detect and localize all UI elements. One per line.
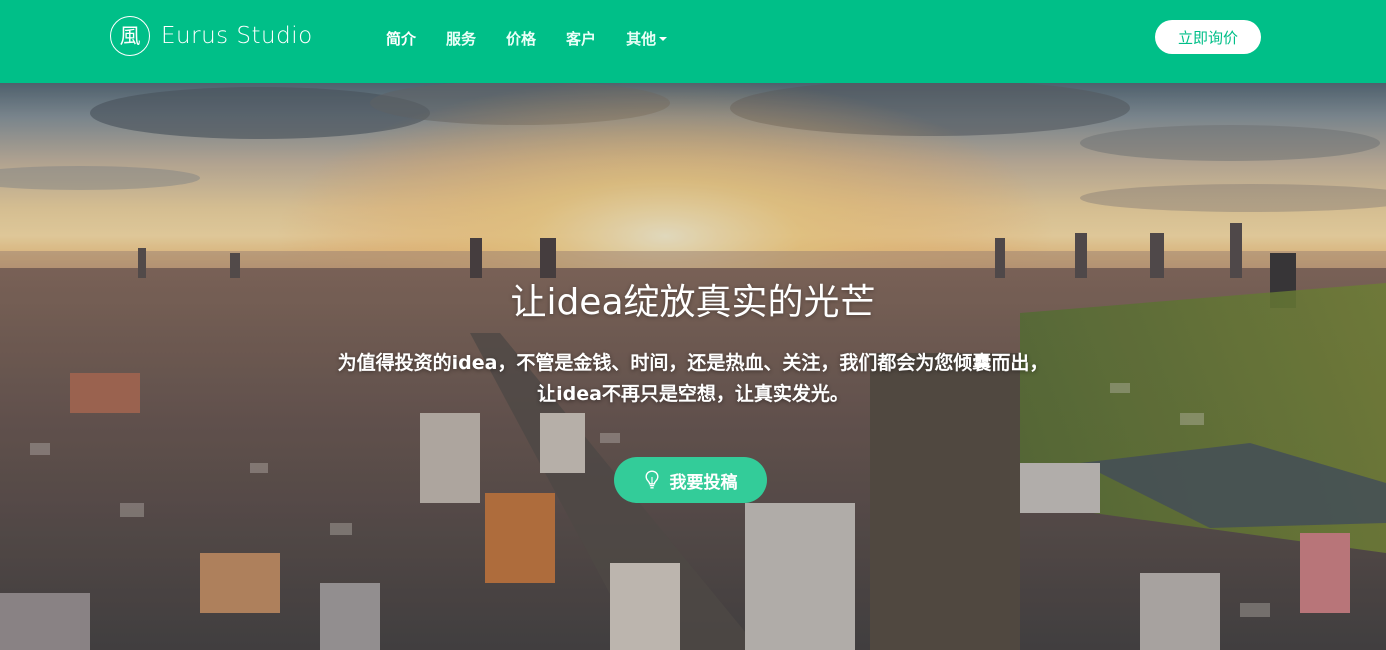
top-navbar: 風 Eurus Studio 简介 服务 价格 客户 其他 立即询价 — [0, 0, 1386, 83]
submit-idea-button[interactable]: 我要投稿 — [614, 457, 767, 503]
nav-item-services[interactable]: 服务 — [446, 28, 476, 49]
hero-subtitle: 为值得投资的idea，不管是金钱、时间，还是热血、关注，我们都会为您倾囊而出，让… — [337, 352, 1049, 405]
nav-item-label: 简介 — [386, 29, 417, 48]
nav-item-label: 客户 — [566, 29, 597, 48]
submit-idea-label: 我要投稿 — [669, 472, 738, 493]
inquire-now-label: 立即询价 — [1177, 28, 1238, 47]
nav-item-more-dropdown[interactable]: 其他 — [626, 28, 668, 49]
nav-item-clients[interactable]: 客户 — [566, 28, 596, 49]
nav-item-label: 价格 — [506, 29, 537, 48]
nav-item-label: 其他 — [626, 29, 657, 48]
nav-item-intro[interactable]: 简介 — [386, 28, 416, 49]
main-nav: 简介 服务 价格 客户 其他 — [386, 27, 697, 49]
nav-item-label: 服务 — [446, 29, 477, 48]
lightbulb-icon — [644, 470, 659, 489]
brand-logo-icon: 風 — [110, 16, 150, 56]
inquire-now-button[interactable]: 立即询价 — [1155, 20, 1261, 54]
hero-section: 让idea绽放真实的光芒 为值得投资的idea，不管是金钱、时间，还是热血、关注… — [0, 83, 1386, 650]
caret-down-icon — [659, 37, 668, 41]
brand-logo-link[interactable]: 風 Eurus Studio — [110, 16, 313, 56]
hero-title: 让idea绽放真实的光芒 — [510, 282, 876, 323]
nav-item-pricing[interactable]: 价格 — [506, 28, 536, 49]
brand-name: Eurus Studio — [161, 23, 313, 49]
